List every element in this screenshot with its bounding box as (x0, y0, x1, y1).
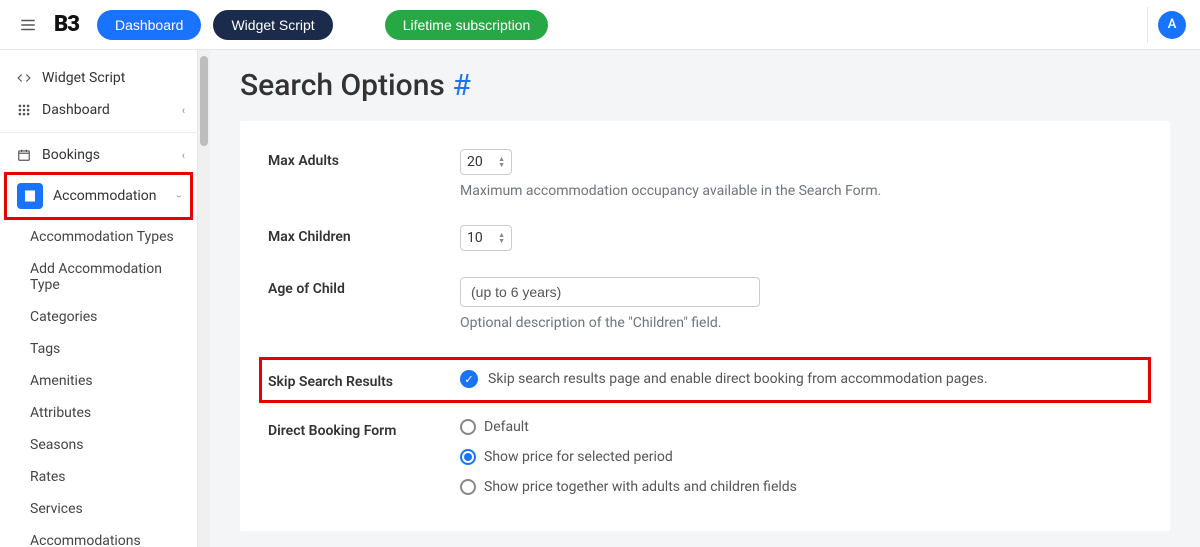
row-max-children: Max Children 10 ▲▼ (268, 225, 1142, 251)
menu-toggle-button[interactable] (14, 11, 42, 39)
stepper-icon[interactable]: ▲▼ (498, 156, 505, 168)
field-direct-booking: Default Show price for selected period S… (460, 419, 1080, 495)
sidebar-item-tags[interactable]: Tags (0, 333, 197, 365)
sidebar-item-label: Add Accommodation Type (30, 261, 185, 293)
row-age-of-child: Age of Child Optional description of the… (268, 277, 1142, 331)
layout: Widget Script Dashboard ‹ Bookings ‹ Acc… (0, 50, 1200, 547)
sidebar-item-label: Seasons (30, 437, 84, 453)
radio-label: Show price for selected period (484, 449, 673, 465)
label-age-of-child: Age of Child (268, 277, 460, 297)
calendar-icon (12, 148, 36, 162)
sidebar-item-rates[interactable]: Rates (0, 461, 197, 493)
widget-script-button[interactable]: Widget Script (213, 10, 332, 40)
row-skip-search-results: Skip Search Results ✓ Skip search result… (259, 357, 1151, 403)
label-skip-search: Skip Search Results (268, 370, 460, 390)
row-direct-booking-form: Direct Booking Form Default Show price f… (268, 419, 1142, 495)
sidebar-item-label: Services (30, 501, 83, 517)
label-max-adults: Max Adults (268, 149, 460, 169)
topbar-right: A (1147, 7, 1186, 43)
max-children-value: 10 (467, 230, 483, 246)
sidebar-item-attributes[interactable]: Attributes (0, 397, 197, 429)
sidebar-item-dashboard[interactable]: Dashboard ‹ (0, 94, 197, 126)
sidebar-item-bookings[interactable]: Bookings ‹ (0, 139, 197, 171)
max-adults-input[interactable]: 20 ▲▼ (460, 149, 512, 175)
field-age-of-child: Optional description of the "Children" f… (460, 277, 1080, 331)
age-of-child-input[interactable] (460, 277, 760, 307)
sidebar: Widget Script Dashboard ‹ Bookings ‹ Acc… (0, 50, 198, 547)
scrollbar[interactable] (198, 50, 210, 547)
dashboard-button[interactable]: Dashboard (97, 10, 202, 40)
sidebar-item-label: Categories (30, 309, 97, 325)
sidebar-item-label: Attributes (30, 405, 91, 421)
skip-search-desc: Skip search results page and enable dire… (488, 371, 988, 387)
divider (1147, 7, 1148, 43)
sidebar-item-label: Amenities (30, 373, 93, 389)
sidebar-item-widget-script[interactable]: Widget Script (0, 62, 197, 94)
page-title: Search Options # (240, 68, 1170, 103)
sidebar-item-services[interactable]: Services (0, 493, 197, 525)
sidebar-item-label: Accommodation Types (30, 229, 174, 245)
logo[interactable]: B3 (54, 12, 79, 37)
sidebar-item-amenities[interactable]: Amenities (0, 365, 197, 397)
sidebar-item-accommodation[interactable]: Accommodation ‹ (7, 175, 190, 217)
highlight-accommodation: Accommodation ‹ (4, 172, 193, 220)
page-title-anchor[interactable]: # (452, 68, 470, 103)
radio-default[interactable]: Default (460, 419, 1080, 435)
stepper-icon[interactable]: ▲▼ (498, 232, 505, 244)
radio-label: Default (484, 419, 529, 435)
chevron-left-icon: ‹ (182, 149, 185, 162)
content: Search Options # Max Adults 20 ▲▼ Maximu… (210, 50, 1200, 547)
field-max-children: 10 ▲▼ (460, 225, 1080, 251)
code-icon (12, 71, 36, 85)
sidebar-item-categories[interactable]: Categories (0, 301, 197, 333)
radio-label: Show price together with adults and chil… (484, 479, 797, 495)
scrollbar-thumb[interactable] (200, 56, 208, 146)
sidebar-item-accommodations[interactable]: Accommodations (0, 525, 197, 547)
help-max-adults: Maximum accommodation occupancy availabl… (460, 183, 1080, 199)
sidebar-item-label: Widget Script (42, 70, 185, 86)
sidebar-item-label: Dashboard (42, 102, 182, 118)
chevron-down-icon: ‹ (172, 194, 185, 197)
settings-panel: Max Adults 20 ▲▼ Maximum accommodation o… (240, 121, 1170, 531)
checkbox-checked-icon[interactable]: ✓ (460, 370, 478, 388)
row-max-adults: Max Adults 20 ▲▼ Maximum accommodation o… (268, 149, 1142, 199)
label-direct-booking: Direct Booking Form (268, 419, 460, 439)
sidebar-item-label: Rates (30, 469, 65, 485)
chevron-left-icon: ‹ (182, 104, 185, 117)
skip-search-checkbox-row[interactable]: ✓ Skip search results page and enable di… (460, 370, 1080, 388)
field-max-adults: 20 ▲▼ Maximum accommodation occupancy av… (460, 149, 1080, 199)
topbar-left: B3 Dashboard Widget Script Lifetime subs… (14, 10, 548, 40)
radio-icon-selected[interactable] (460, 449, 476, 465)
sidebar-item-seasons[interactable]: Seasons (0, 429, 197, 461)
radio-icon[interactable] (460, 419, 476, 435)
sidebar-item-label: Bookings (42, 147, 182, 163)
sidebar-item-accommodation-types[interactable]: Accommodation Types (0, 221, 197, 253)
max-adults-value: 20 (467, 154, 483, 170)
sidebar-item-label: Accommodation (53, 188, 177, 204)
sidebar-item-label: Accommodations (30, 533, 141, 547)
divider (0, 132, 197, 133)
label-max-children: Max Children (268, 225, 460, 245)
radio-icon[interactable] (460, 479, 476, 495)
field-skip-search: ✓ Skip search results page and enable di… (460, 370, 1080, 388)
radio-price-adults[interactable]: Show price together with adults and chil… (460, 479, 1080, 495)
sidebar-item-add-accommodation-type[interactable]: Add Accommodation Type (0, 253, 197, 301)
sidebar-item-label: Tags (30, 341, 60, 357)
user-avatar[interactable]: A (1158, 11, 1186, 39)
lifetime-subscription-button[interactable]: Lifetime subscription (385, 10, 549, 40)
max-children-input[interactable]: 10 ▲▼ (460, 225, 512, 251)
page-title-text: Search Options (240, 68, 452, 103)
radio-price-period[interactable]: Show price for selected period (460, 449, 1080, 465)
accommodation-icon (17, 183, 43, 209)
topbar: B3 Dashboard Widget Script Lifetime subs… (0, 0, 1200, 50)
grid-icon (12, 103, 36, 117)
help-age-of-child: Optional description of the "Children" f… (460, 315, 1080, 331)
